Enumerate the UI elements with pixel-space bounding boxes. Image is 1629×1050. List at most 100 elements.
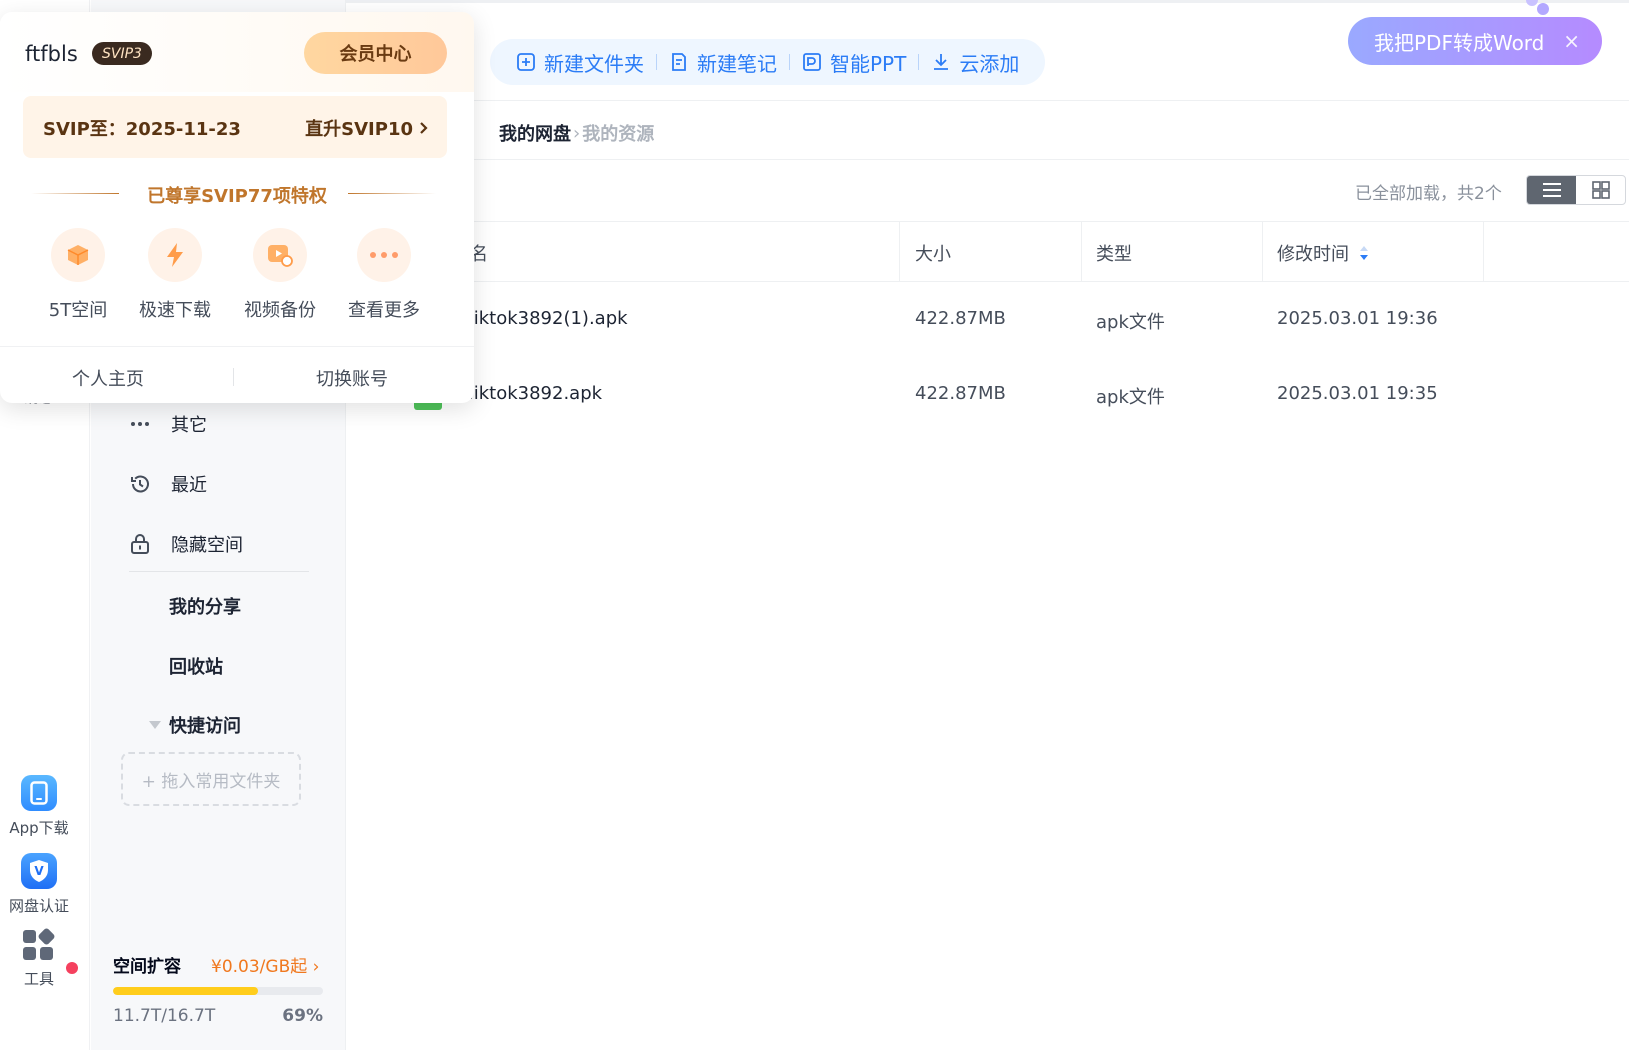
sidebar-item-label: 隐藏空间: [171, 535, 243, 556]
file-modified: 2025.03.01 19:36: [1277, 308, 1438, 329]
chevron-down-icon: [149, 721, 161, 729]
perk-label: 5T空间: [48, 300, 108, 321]
profile-link[interactable]: 个人主页: [72, 365, 144, 391]
breadcrumb: 我的网盘 › 我的资源: [499, 120, 654, 146]
header-size[interactable]: 大小: [915, 240, 951, 266]
storage-title: 空间扩容: [113, 957, 181, 977]
column-separator: [1081, 222, 1082, 282]
perk-label: 视频备份: [244, 300, 316, 321]
table-row[interactable]: .iktok3892.apk 422.87MB apk文件 2025.03.01…: [346, 358, 1629, 430]
perk-label: 查看更多: [348, 300, 420, 321]
file-type: apk文件: [1096, 312, 1165, 333]
perk-fast-download[interactable]: 极速下载: [125, 228, 225, 322]
note-icon: [672, 53, 686, 71]
chevron-right-icon: [420, 122, 428, 134]
sidebar-item-recent[interactable]: 最近: [131, 471, 207, 497]
new-note-label: 新建笔记: [697, 51, 777, 76]
close-icon[interactable]: ×: [1563, 29, 1580, 53]
breadcrumb-root[interactable]: 我的网盘: [499, 120, 571, 146]
table-top-border: [346, 221, 1629, 222]
popover-link-separator: [233, 368, 234, 386]
lock-icon: [131, 534, 149, 554]
history-icon: [131, 475, 149, 493]
sidebar-item-my-share[interactable]: 我的分享: [169, 593, 241, 619]
upgrade-label: 直升SVIP10: [305, 119, 413, 140]
perk-video-backup[interactable]: 视频备份: [230, 228, 330, 322]
sidebar-item-other[interactable]: 其它: [131, 411, 207, 437]
phone-icon: [21, 775, 57, 811]
more-dots-icon: [131, 422, 149, 426]
storage-upgrade-link[interactable]: ¥0.03/GB起 ›: [211, 952, 319, 977]
file-size: 422.87MB: [915, 308, 1006, 329]
sidebar-item-label: 其它: [171, 415, 207, 436]
storage-progress-fill: [113, 987, 258, 995]
load-status: 已全部加载，共2个: [1355, 184, 1502, 204]
file-toolbar: 新建文件夹 新建笔记 智能PPT 云添加: [490, 39, 1046, 85]
storage-percent: 69%: [282, 1006, 323, 1026]
rail-item-app-download[interactable]: App下载: [0, 775, 78, 838]
header-modified[interactable]: 修改时间: [1277, 240, 1369, 266]
view-toggle: [1526, 175, 1626, 205]
vip-center-button[interactable]: 会员中心: [304, 32, 447, 74]
list-icon: [1542, 183, 1561, 197]
cloud-add-button[interactable]: 云添加: [919, 48, 1031, 77]
privileges-divider-right: [348, 193, 436, 194]
storage-price: ¥0.03/GB起: [211, 957, 308, 977]
switch-account-link[interactable]: 切换账号: [316, 365, 388, 391]
smart-ppt-label: 智能PPT: [830, 51, 907, 76]
apk-file-icon: [414, 402, 442, 410]
rail-item-tools[interactable]: 工具: [0, 927, 78, 989]
grid-view-button[interactable]: [1576, 176, 1625, 204]
cloud-add-label: 云添加: [959, 51, 1020, 76]
smart-ppt-button[interactable]: 智能PPT: [790, 48, 918, 77]
rail-tools-label: 工具: [23, 970, 54, 988]
sidebar-item-recycle-bin[interactable]: 回收站: [169, 653, 223, 679]
svip-badge: SVIP3: [92, 42, 152, 65]
more-icon: [357, 228, 411, 282]
svg-text:V: V: [34, 864, 44, 878]
decorative-dot: [1537, 3, 1549, 15]
promo-text: 我把PDF转成Word: [1374, 30, 1545, 55]
table-header-border: [346, 281, 1629, 282]
sidebar-divider: [129, 571, 309, 572]
user-popover: ftfbls SVIP3 会员中心 SVIP至：2025-11-23 直升SVI…: [0, 12, 474, 403]
video-backup-icon: [253, 228, 307, 282]
cube-icon: [51, 228, 105, 282]
breadcrumb-divider: [346, 159, 1629, 160]
storage-progress-bar: [113, 987, 323, 995]
toolbar-divider: [346, 100, 1629, 101]
quick-access-label: 快捷访问: [169, 716, 241, 737]
add-folder-icon: [517, 53, 535, 71]
promo-banner[interactable]: 我把PDF转成Word ×: [1348, 17, 1602, 65]
perk-storage[interactable]: 5T空间: [28, 228, 128, 322]
breadcrumb-separator: ›: [573, 122, 581, 144]
quick-access-toggle[interactable]: 快捷访问: [149, 712, 241, 738]
column-separator: [899, 222, 900, 282]
rail-app-label: App下载: [9, 819, 69, 837]
upgrade-svip-link[interactable]: 直升SVIP10: [305, 115, 429, 141]
new-folder-button[interactable]: 新建文件夹: [504, 48, 656, 77]
new-note-button[interactable]: 新建笔记: [657, 48, 789, 77]
rail-item-cert[interactable]: V 网盘认证: [0, 853, 78, 916]
popover-divider: [0, 346, 474, 347]
download-icon: [934, 54, 949, 70]
perk-view-more[interactable]: 查看更多: [334, 228, 434, 322]
ppt-icon: [803, 53, 821, 71]
breadcrumb-current: 我的资源: [582, 124, 655, 145]
header-type[interactable]: 类型: [1096, 240, 1132, 266]
tools-grid-icon: [23, 927, 56, 962]
table-row[interactable]: .iktok3892(1).apk 422.87MB apk文件 2025.03…: [346, 284, 1629, 356]
quick-access-drop-zone[interactable]: + 拖入常用文件夹: [121, 752, 301, 806]
sidebar-item-label: 最近: [171, 475, 207, 496]
rail-cert-label: 网盘认证: [8, 897, 69, 915]
notification-dot: [66, 962, 78, 974]
sidebar-item-hidden-space[interactable]: 隐藏空间: [131, 531, 243, 557]
column-separator: [1483, 222, 1484, 282]
new-folder-label: 新建文件夹: [544, 51, 644, 76]
file-name[interactable]: .iktok3892.apk: [468, 383, 602, 404]
file-name[interactable]: .iktok3892(1).apk: [468, 308, 628, 329]
list-view-button[interactable]: [1527, 176, 1576, 204]
sort-icon: [1360, 246, 1368, 260]
file-modified: 2025.03.01 19:35: [1277, 383, 1438, 404]
decorative-dot: [1526, 0, 1538, 6]
